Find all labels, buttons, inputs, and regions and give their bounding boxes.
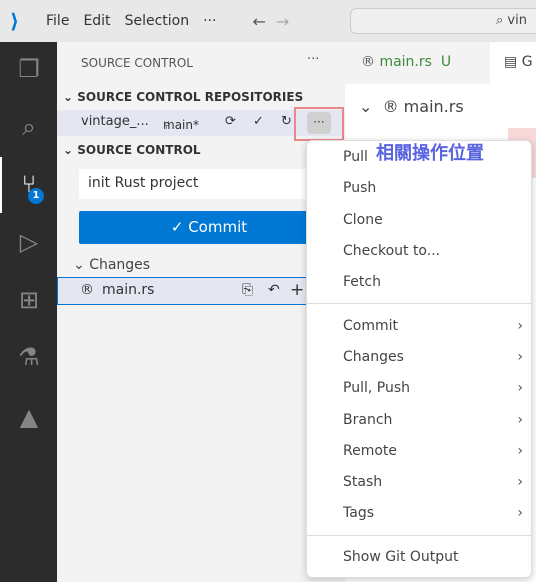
search-icon[interactable]: ⌕ — [14, 112, 44, 142]
tab-git[interactable]: ▤ G — [490, 42, 536, 84]
menu-separator — [307, 303, 531, 304]
rust-file-icon: ® — [80, 282, 94, 298]
chevron-right-icon: › — [517, 349, 523, 365]
testing-icon[interactable]: ⚗ — [14, 342, 44, 372]
menu-item-stash[interactable]: Stash › — [343, 474, 523, 490]
back-arrow-icon[interactable]: ← — [252, 12, 265, 31]
repo-more-actions-button[interactable]: ··· — [307, 112, 331, 134]
diff-file-icon: ▤ — [504, 54, 522, 70]
explorer-icon[interactable]: ❐ — [14, 54, 44, 84]
tab-main-rs[interactable]: ® main.rs U — [345, 42, 490, 84]
changes-group[interactable]: ⌄ Changes — [73, 257, 150, 273]
changes-badge: 1 — [28, 188, 44, 204]
menu-file[interactable]: File — [46, 13, 69, 29]
file-name: main.rs — [102, 282, 155, 298]
rust-file-icon: ® — [382, 97, 404, 116]
vscode-logo-icon: ⟩ — [10, 9, 20, 33]
branch-name: main* — [163, 118, 199, 132]
stage-changes-icon[interactable]: + — [290, 280, 304, 300]
chevron-right-icon: › — [517, 474, 523, 490]
repositories-header-label: SOURCE CONTROL REPOSITORIES — [77, 90, 304, 104]
breadcrumb-file: main.rs — [403, 97, 464, 116]
menu-edit[interactable]: Edit — [83, 13, 110, 29]
activity-bar: ❐ ⌕ ⑂ 1 ▷ ⊞ ⚗ ▲ — [0, 42, 57, 582]
sidebar-title: SOURCE CONTROL — [81, 56, 193, 70]
menu-item-show-git-output[interactable]: Show Git Output — [343, 549, 523, 565]
menu-item-commit[interactable]: Commit › — [343, 318, 523, 334]
extensions-icon[interactable]: ⊞ — [14, 285, 44, 315]
sync-icon[interactable]: ⟳ — [225, 114, 236, 129]
active-indicator — [0, 157, 2, 213]
menu-item-tags[interactable]: Tags › — [343, 505, 523, 521]
menu-item-branch[interactable]: Branch › — [343, 412, 523, 428]
menu-item-changes[interactable]: Changes › — [343, 349, 523, 365]
menu-selection[interactable]: Selection — [125, 13, 190, 29]
rust-file-icon: ® — [361, 54, 380, 70]
editor-tabs: ® main.rs U ▤ G — [345, 42, 536, 84]
changed-file-row[interactable]: ® main.rs ⎘ ↶ + — [57, 277, 345, 305]
chevron-right-icon: › — [517, 505, 523, 521]
tab-label: G — [521, 54, 533, 70]
forward-arrow-icon[interactable]: → — [276, 12, 289, 31]
title-bar: ⟩ File Edit Selection ··· ← → ⌕ vin — [0, 0, 536, 42]
menu-item-fetch[interactable]: Fetch — [343, 274, 523, 290]
changes-label: Changes — [89, 257, 151, 273]
run-debug-icon[interactable]: ▷ — [14, 227, 44, 257]
menu-label: Commit — [343, 318, 398, 334]
search-text: vin — [507, 13, 527, 28]
menu-label: Branch — [343, 412, 393, 428]
menu-item-push[interactable]: Push — [343, 180, 523, 196]
chevron-right-icon: › — [517, 412, 523, 428]
repositories-header[interactable]: ⌄ SOURCE CONTROL REPOSITORIES — [63, 90, 303, 104]
chevron-right-icon: › — [517, 318, 523, 334]
menu-label: Remote — [343, 443, 398, 459]
breadcrumb[interactable]: ⌄ ® main.rs — [345, 97, 464, 116]
menu-item-pull-push[interactable]: Pull, Push › — [343, 380, 523, 396]
tab-label: main.rs — [379, 54, 432, 70]
commit-check-icon[interactable]: ✓ — [253, 114, 264, 129]
command-center-search[interactable]: ⌕ vin — [350, 8, 536, 34]
menu-label: Changes — [343, 349, 404, 365]
menu-item-checkout[interactable]: Checkout to... — [343, 243, 523, 259]
refresh-icon[interactable]: ↻ — [281, 114, 292, 129]
annotation-label: 相關操作位置 — [376, 143, 484, 164]
commit-message-input[interactable]: init Rust project — [79, 169, 339, 199]
open-file-icon[interactable]: ⎘ — [242, 282, 253, 298]
menu-item-remote[interactable]: Remote › — [343, 443, 523, 459]
search-icon: ⌕ — [496, 13, 508, 28]
menu-label: Tags — [343, 505, 374, 521]
git-context-menu: Pull Push Clone Checkout to... Fetch Com… — [306, 140, 532, 578]
sidebar-more-button[interactable]: ··· — [307, 52, 319, 67]
azure-icon[interactable]: ▲ — [14, 402, 44, 432]
source-control-header-label: SOURCE CONTROL — [77, 143, 201, 157]
commit-button[interactable]: ✓ Commit — [79, 211, 339, 244]
source-control-header[interactable]: ⌄ SOURCE CONTROL — [63, 143, 201, 157]
chevron-right-icon: › — [517, 380, 523, 396]
repo-name: vintage_... — [81, 114, 149, 129]
chevron-right-icon: › — [517, 443, 523, 459]
untracked-status: U — [440, 54, 452, 70]
menu-label: Pull, Push — [343, 380, 410, 396]
menu-separator — [307, 535, 531, 536]
menu-label: Stash — [343, 474, 383, 490]
discard-changes-icon[interactable]: ↶ — [268, 282, 280, 298]
menu-more[interactable]: ··· — [203, 13, 216, 29]
menu-item-clone[interactable]: Clone — [343, 212, 523, 228]
